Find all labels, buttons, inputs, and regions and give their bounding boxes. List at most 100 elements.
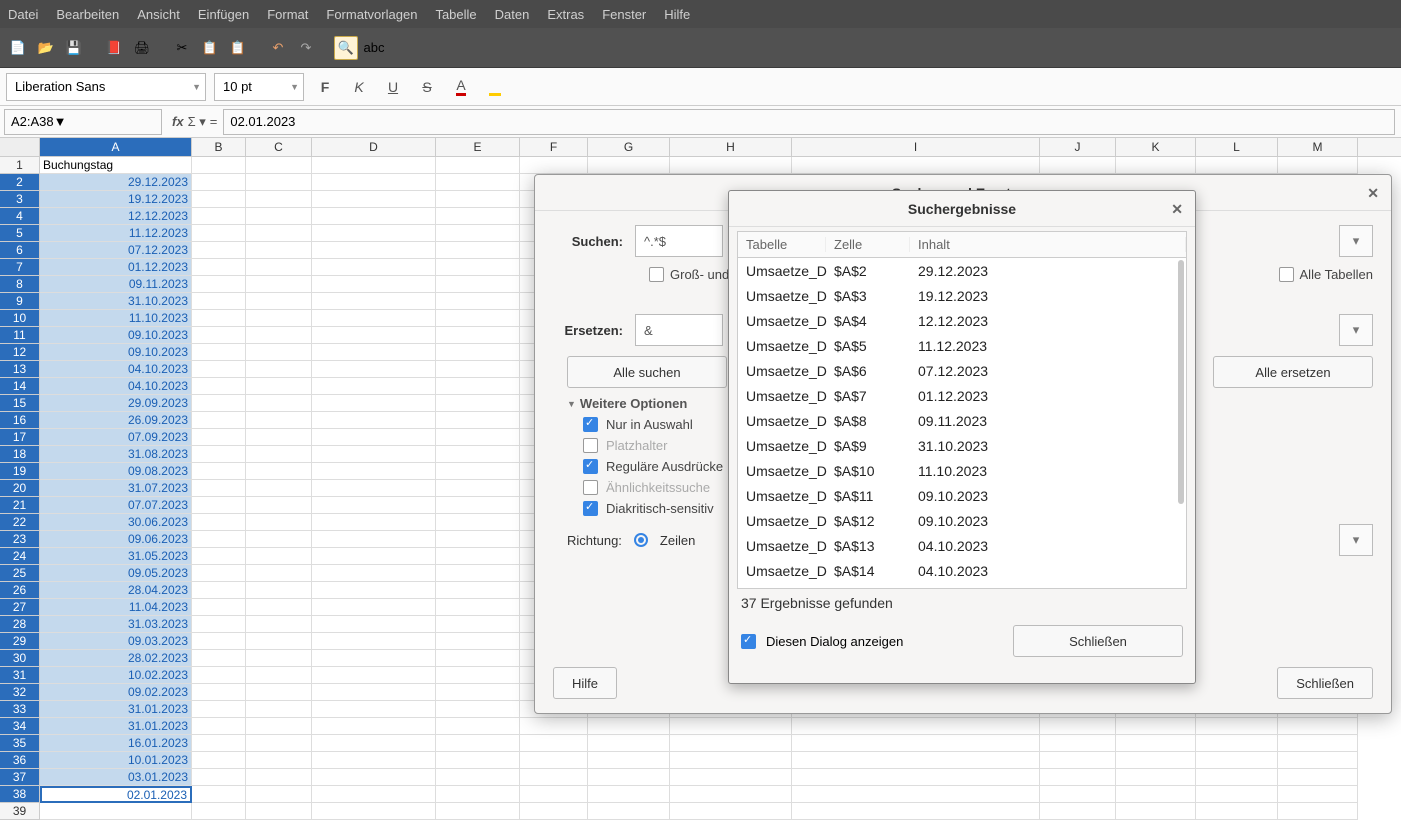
cell[interactable] — [192, 633, 246, 650]
row-header[interactable]: 3 — [0, 191, 40, 208]
cell[interactable] — [192, 786, 246, 803]
menu-einfügen[interactable]: Einfügen — [198, 7, 249, 22]
cell[interactable] — [246, 582, 312, 599]
cell[interactable] — [312, 344, 436, 361]
cell[interactable] — [436, 752, 520, 769]
row-header[interactable]: 28 — [0, 616, 40, 633]
cell[interactable] — [246, 667, 312, 684]
bold-button[interactable]: F — [312, 74, 338, 100]
cell[interactable] — [312, 786, 436, 803]
cell[interactable]: 10.01.2023 — [40, 752, 192, 769]
cell[interactable] — [588, 752, 670, 769]
cell[interactable]: 11.12.2023 — [40, 225, 192, 242]
cell[interactable] — [792, 157, 1040, 174]
cell[interactable] — [312, 803, 436, 820]
cell[interactable] — [436, 735, 520, 752]
cell[interactable]: 31.08.2023 — [40, 446, 192, 463]
cell[interactable] — [312, 157, 436, 174]
cell[interactable] — [312, 531, 436, 548]
cell[interactable] — [1278, 735, 1358, 752]
cell[interactable] — [312, 395, 436, 412]
cell[interactable] — [312, 327, 436, 344]
result-row[interactable]: Umsaetze_D$A$607.12.2023 — [738, 358, 1186, 383]
row-header[interactable]: 8 — [0, 276, 40, 293]
new-doc-icon[interactable]: 📄 — [6, 36, 30, 60]
row-header[interactable]: 29 — [0, 633, 40, 650]
col-header-D[interactable]: D — [312, 138, 436, 156]
cell[interactable]: 07.12.2023 — [40, 242, 192, 259]
cell[interactable] — [792, 718, 1040, 735]
row-header[interactable]: 13 — [0, 361, 40, 378]
cell[interactable] — [436, 667, 520, 684]
menubar[interactable]: DateiBearbeitenAnsichtEinfügenFormatForm… — [0, 0, 1401, 28]
menu-tabelle[interactable]: Tabelle — [435, 7, 476, 22]
cell[interactable] — [792, 786, 1040, 803]
cell[interactable] — [312, 361, 436, 378]
cell[interactable] — [792, 769, 1040, 786]
cell[interactable] — [192, 208, 246, 225]
cell[interactable] — [192, 429, 246, 446]
cell[interactable] — [1116, 786, 1196, 803]
cell[interactable] — [192, 548, 246, 565]
cell[interactable] — [312, 497, 436, 514]
result-row[interactable]: Umsaetze_D$A$1304.10.2023 — [738, 533, 1186, 558]
cell[interactable] — [1196, 752, 1278, 769]
cell[interactable] — [520, 803, 588, 820]
result-row[interactable]: Umsaetze_D$A$229.12.2023 — [738, 258, 1186, 283]
cell[interactable]: 31.07.2023 — [40, 480, 192, 497]
find-all-button[interactable]: Alle suchen — [567, 356, 727, 388]
cell[interactable] — [246, 514, 312, 531]
col-header-H[interactable]: H — [670, 138, 792, 156]
cell[interactable] — [246, 446, 312, 463]
col-header-G[interactable]: G — [588, 138, 670, 156]
cell[interactable] — [436, 344, 520, 361]
cell[interactable]: 29.12.2023 — [40, 174, 192, 191]
cell[interactable] — [246, 174, 312, 191]
cell[interactable] — [192, 667, 246, 684]
cell[interactable] — [436, 412, 520, 429]
cell[interactable] — [312, 769, 436, 786]
cell[interactable] — [436, 786, 520, 803]
row-header[interactable]: 32 — [0, 684, 40, 701]
row-header[interactable]: 2 — [0, 174, 40, 191]
cell[interactable] — [246, 225, 312, 242]
replace-all-button[interactable]: Alle ersetzen — [1213, 356, 1373, 388]
row-header[interactable]: 38 — [0, 786, 40, 803]
cell[interactable] — [246, 803, 312, 820]
menu-bearbeiten[interactable]: Bearbeiten — [56, 7, 119, 22]
row-header[interactable]: 9 — [0, 293, 40, 310]
row-header[interactable]: 11 — [0, 327, 40, 344]
redo-icon[interactable]: ↷ — [294, 36, 318, 60]
cell[interactable] — [436, 242, 520, 259]
cell[interactable] — [192, 259, 246, 276]
cell[interactable] — [192, 446, 246, 463]
cell[interactable] — [520, 718, 588, 735]
cell[interactable]: 09.10.2023 — [40, 327, 192, 344]
cell[interactable] — [192, 650, 246, 667]
cell[interactable] — [312, 208, 436, 225]
find-icon[interactable]: 🔍 — [334, 36, 358, 60]
result-row[interactable]: Umsaetze_D$A$1404.10.2023 — [738, 558, 1186, 583]
regex-checkbox[interactable] — [583, 459, 598, 474]
cell[interactable] — [436, 803, 520, 820]
cell[interactable] — [192, 480, 246, 497]
cell[interactable]: 04.10.2023 — [40, 361, 192, 378]
cell[interactable] — [436, 361, 520, 378]
cell[interactable] — [312, 667, 436, 684]
col-header-J[interactable]: J — [1040, 138, 1116, 156]
result-row[interactable]: Umsaetze_D$A$701.12.2023 — [738, 383, 1186, 408]
cell[interactable]: 09.03.2023 — [40, 633, 192, 650]
italic-button[interactable]: K — [346, 74, 372, 100]
cell[interactable] — [312, 310, 436, 327]
cell[interactable] — [312, 191, 436, 208]
row-header[interactable]: 35 — [0, 735, 40, 752]
cell[interactable] — [246, 718, 312, 735]
cell[interactable] — [1116, 718, 1196, 735]
row-header[interactable]: 15 — [0, 395, 40, 412]
cell[interactable] — [246, 616, 312, 633]
result-row[interactable]: Umsaetze_D$A$1011.10.2023 — [738, 458, 1186, 483]
cell[interactable] — [246, 378, 312, 395]
cell[interactable]: 03.01.2023 — [40, 769, 192, 786]
row-header[interactable]: 10 — [0, 310, 40, 327]
highlight-button[interactable] — [482, 74, 508, 100]
